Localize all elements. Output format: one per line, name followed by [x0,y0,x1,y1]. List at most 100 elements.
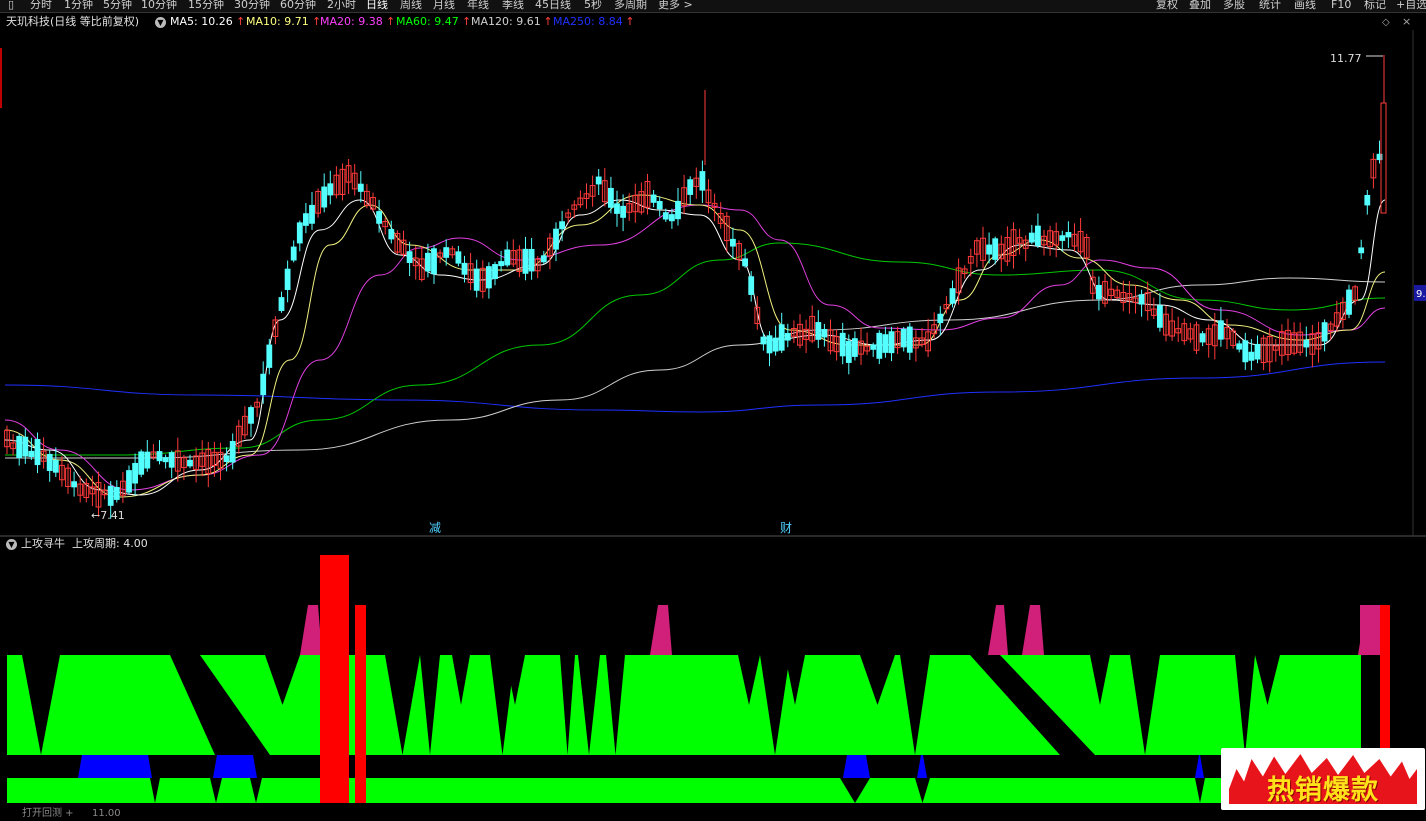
indicator-param: 上攻周期: 4.00 [72,537,148,550]
candle [620,205,627,218]
event-marker-0: 减 [429,521,441,535]
candle [156,451,163,462]
red-bar [320,555,349,803]
candle [778,324,785,351]
backtest-value: 11.00 [92,808,121,819]
candle [528,249,535,272]
candle [766,335,773,354]
candle [113,486,120,500]
candle [1035,225,1041,246]
candle [1321,322,1328,342]
ma-label-3: MA60: 9.47 [396,15,459,28]
candle [132,462,138,484]
candle [229,440,236,463]
candle [309,204,315,224]
candle [492,264,498,280]
candle [107,485,114,506]
high-label: 11.77 [1330,52,1362,65]
candle [431,248,437,275]
ma-label-2: MA20: 9.38 [320,15,383,28]
candle [71,481,77,488]
candle [223,455,230,463]
chevron-down-icon[interactable]: ▼ [6,539,17,550]
candle [784,333,791,341]
candle [772,337,779,352]
candle [34,439,41,466]
candle [888,331,895,354]
candle [290,246,297,261]
candle [16,435,23,459]
candle [504,249,511,266]
low-label: ←7.41 [91,509,125,522]
ma5-line [4,199,1386,496]
candle [1236,343,1243,350]
candle [443,247,450,258]
candle [126,470,132,493]
candle [614,203,620,214]
candle [1254,343,1261,360]
red-bar [1380,605,1390,755]
candle [28,450,35,457]
ma20-line [4,204,1386,491]
candle [321,186,328,208]
diamond-icon[interactable]: ◇ [1382,16,1390,30]
promo-text: 热销爆款 [1267,775,1379,806]
candle [553,228,559,250]
candle [1138,294,1145,305]
candle [455,251,462,264]
promo-badge[interactable]: 热销爆款 [1221,748,1425,810]
blue-band [78,755,152,778]
candle [52,459,59,473]
magenta-bump [1022,605,1044,655]
candle [876,332,883,359]
candle [839,332,846,357]
candle [327,183,334,196]
candle [1242,340,1249,363]
candle [1358,247,1365,254]
candle [357,183,364,192]
up-arrow-icon: ↑ [543,15,553,28]
candle [1218,320,1224,340]
candle [278,297,285,311]
green-band-bottom [7,778,1221,803]
candle [1199,333,1206,343]
up-arrow-icon: ↑ [236,15,246,28]
candle [699,171,706,191]
ma-label-0: MA5: 10.26 [170,15,233,28]
candle [821,328,828,338]
candle [46,453,53,471]
up-arrow-icon: ↑ [462,15,472,28]
up-arrow-icon: ↑ [625,15,635,28]
candle [388,229,395,240]
chevron-down-icon[interactable]: ▼ [155,17,166,28]
magenta-bump [988,605,1008,655]
candle [669,214,675,222]
chart-area[interactable]: 9. 11.77 ←7.41 减 财 [0,0,1426,814]
candle [949,288,956,304]
blue-band [843,755,870,778]
ma-label-4: MA120: 9.61 [471,15,541,28]
blue-band [1195,755,1204,778]
candle [656,200,663,210]
candle [486,266,492,289]
close-icon[interactable]: × [1402,15,1411,29]
up-arrow-icon: ↑ [386,15,396,28]
candle [1303,339,1310,348]
ma60-line [4,242,1386,456]
candle [1059,235,1066,241]
ma-label-5: MA250: 8.84 [553,15,623,28]
ma10-line [4,194,1386,498]
candle [1028,232,1035,243]
candle [1157,305,1163,328]
candle [992,238,999,260]
candle [882,334,889,353]
backtest-label[interactable]: 打开回测 + [22,807,74,821]
candle [138,451,145,475]
candle [522,248,529,274]
candle [1248,351,1255,361]
candle [662,212,669,220]
candle [730,238,736,247]
indicator-name: 上攻寻牛 [21,537,65,550]
candle [473,268,480,291]
candle [540,255,547,263]
